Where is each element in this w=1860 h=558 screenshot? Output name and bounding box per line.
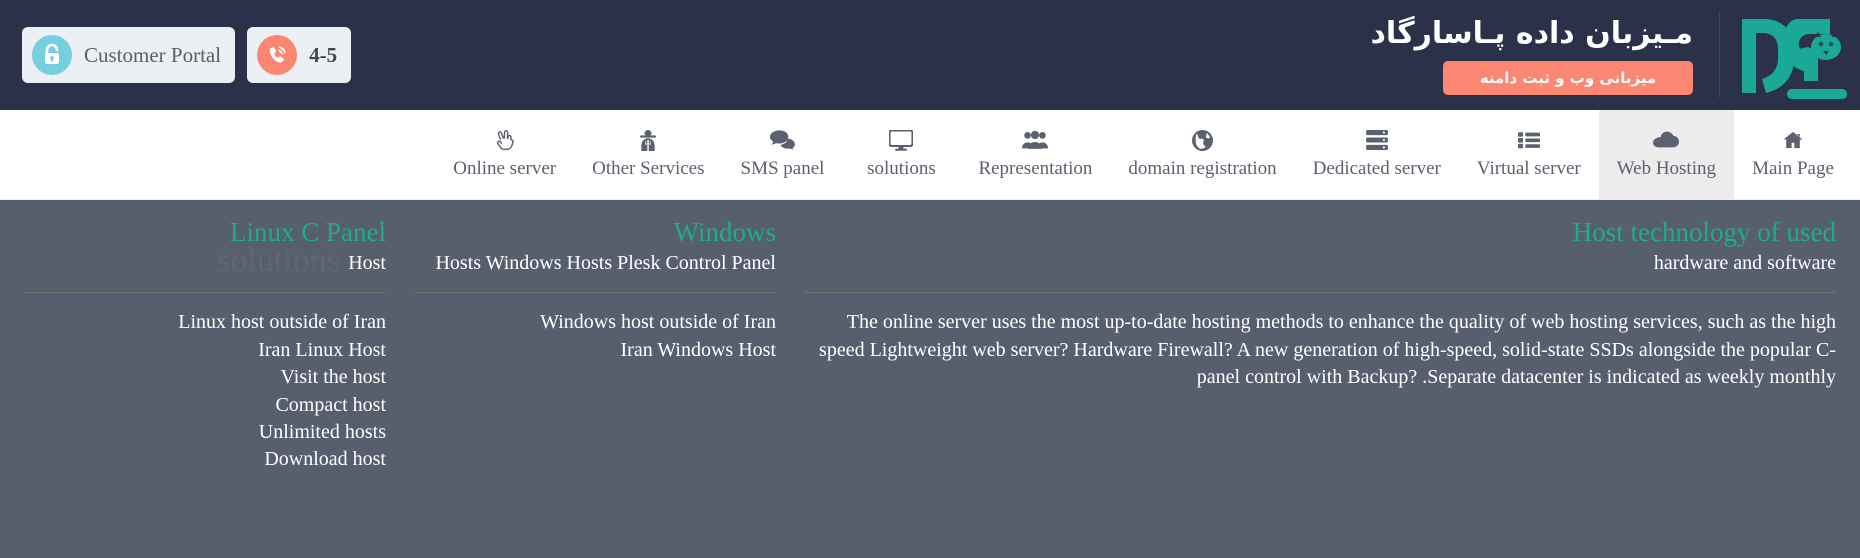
nav-label: Virtual server [1476, 158, 1581, 179]
lock-icon [32, 35, 72, 75]
windows-column-title: Windows [673, 217, 776, 247]
nav-item-other-services[interactable]: Other Services [574, 110, 722, 199]
column-about-technology: Host technology of used hardware and sof… [790, 214, 1850, 558]
windows-column-subtitle: Hosts Windows Hosts Plesk Control Panel [435, 252, 776, 275]
divider [414, 292, 776, 294]
nav-item-domain-registration[interactable]: domain registration [1110, 110, 1294, 199]
customer-portal-label: Customer Portal [84, 42, 222, 67]
nav-label: Other Services [592, 158, 705, 179]
nav-item-web-hosting[interactable]: Web Hosting [1598, 110, 1734, 199]
divider [24, 292, 386, 294]
linux-column-title: Linux C Panel [230, 217, 386, 247]
windows-link-list: Windows host outside of Iran Iran Window… [414, 309, 776, 364]
nav-item-main-page[interactable]: Main Page [1734, 110, 1852, 199]
list-item[interactable]: Compact host [24, 392, 386, 419]
customer-portal-button[interactable]: Customer Portal [22, 27, 236, 83]
nav-item-online-server[interactable]: Online server [435, 110, 574, 199]
users-icon [1022, 129, 1049, 151]
about-column-title: Host technology of used [1572, 217, 1836, 247]
about-column-subtitle: hardware and software [1653, 252, 1836, 275]
list-item[interactable]: Iran Windows Host [414, 337, 776, 364]
nav-item-solutions[interactable]: solutions [842, 110, 960, 199]
divider [804, 292, 1836, 294]
footer-content: Linux C Panel solutions Host Linux host … [0, 200, 1860, 558]
nav-item-sms-panel[interactable]: SMS panel [723, 110, 843, 199]
column-windows: Windows Hosts Windows Hosts Plesk Contro… [400, 214, 790, 558]
list-icon [1517, 129, 1540, 151]
main-navigation: Main Page Web Hosting Virtual server Ded… [0, 110, 1860, 200]
nav-label: Main Page [1752, 158, 1834, 179]
header-brand-area: مـیزبان داده پـاسارگاد میزبانی وب و ثبت … [1371, 0, 1860, 110]
linux-column-subtitle: Host [348, 252, 386, 275]
list-item[interactable]: Visit the host [24, 364, 386, 391]
nav-label: Representation [978, 158, 1093, 179]
linux-column-header: Linux C Panel solutions Host [24, 214, 386, 279]
list-item[interactable]: Iran Linux Host [24, 337, 386, 364]
phone-button[interactable]: 4-5 [247, 27, 352, 83]
about-paragraph: The online server uses the most up-to-da… [819, 311, 1836, 389]
list-item[interactable]: Unlimited hosts [24, 419, 386, 446]
home-icon [1782, 129, 1804, 151]
phone-icon [257, 35, 298, 75]
nav-label: domain registration [1128, 158, 1277, 179]
monitor-icon [889, 129, 914, 151]
phone-number-label: 4-5 [309, 42, 338, 67]
list-item[interactable]: Download host [24, 446, 386, 473]
linux-link-list: Linux host outside of Iran Iran Linux Ho… [24, 309, 386, 473]
nav-label: Web Hosting [1616, 158, 1716, 179]
brand-block: مـیزبان داده پـاسارگاد میزبانی وب و ثبت … [1371, 15, 1719, 96]
list-item[interactable]: Linux host outside of Iran [24, 309, 386, 336]
secret-agent-icon [638, 129, 658, 151]
site-header: Customer Portal 4-5 مـیزبان داده پـاسارگ… [0, 0, 1860, 110]
globe-icon [1192, 129, 1214, 151]
site-logo[interactable] [1720, 7, 1860, 103]
nav-label: SMS panel [740, 158, 825, 179]
nav-label: Dedicated server [1312, 158, 1441, 179]
comments-icon [769, 129, 795, 151]
hand-peace-icon [495, 129, 515, 151]
nav-item-representation[interactable]: Representation [960, 110, 1110, 199]
server-icon [1365, 129, 1388, 151]
brand-badge[interactable]: میزبانی وب و ثبت دامنه [1443, 61, 1693, 96]
cloud-icon [1653, 129, 1680, 151]
windows-column-header: Windows Hosts Windows Hosts Plesk Contro… [414, 214, 776, 277]
list-item[interactable]: Windows host outside of Iran [414, 309, 776, 336]
header-left-actions: Customer Portal 4-5 [0, 27, 352, 83]
column-linux-c-panel: Linux C Panel solutions Host Linux host … [10, 214, 400, 558]
brand-title: مـیزبان داده پـاسارگاد [1370, 15, 1693, 51]
nav-item-dedicated-server[interactable]: Dedicated server [1295, 110, 1459, 199]
nav-label: Online server [453, 158, 557, 179]
about-column-header: Host technology of used hardware and sof… [804, 214, 1836, 277]
nav-label: solutions [867, 158, 936, 179]
nav-item-virtual-server[interactable]: Virtual server [1459, 110, 1599, 199]
